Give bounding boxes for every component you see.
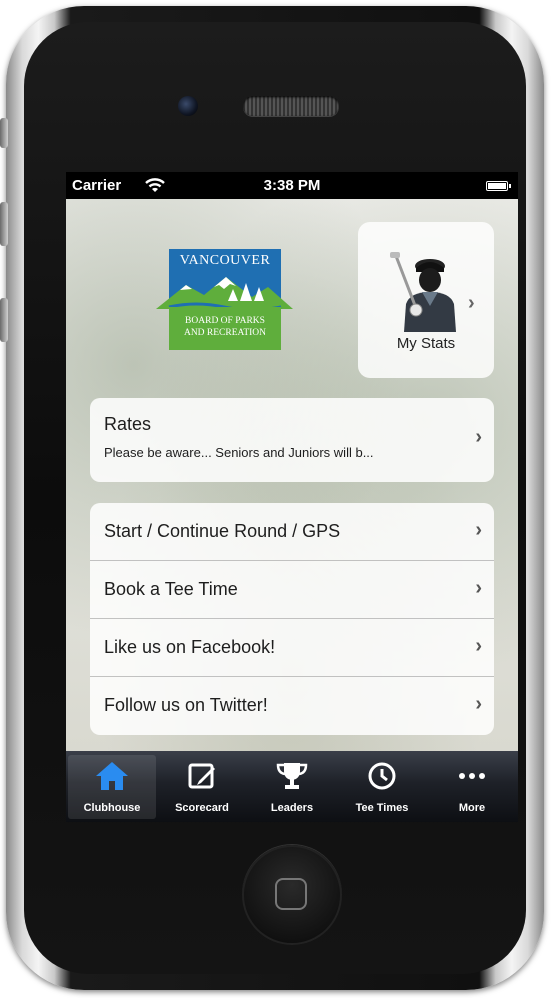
speaker-grill	[243, 96, 339, 116]
camera-icon	[178, 96, 198, 116]
logo-line1: BOARD OF PARKS	[185, 316, 265, 326]
volume-down-button	[0, 298, 8, 342]
tab-scorecard[interactable]: Scorecard	[158, 755, 246, 819]
my-stats-button[interactable]: › My Stats	[358, 222, 494, 378]
rates-message: Please be aware... Seniors and Juniors w…	[104, 445, 374, 460]
chevron-right-icon: ›	[468, 292, 475, 314]
tab-label: Tee Times	[355, 802, 409, 814]
status-bar: Carrier 3:38 PM	[66, 172, 518, 199]
menu-item-label: Follow us on Twitter!	[104, 695, 268, 715]
logo-title: VANCOUVER	[179, 253, 271, 268]
clock-icon	[368, 762, 396, 790]
ellipsis-icon	[459, 773, 485, 779]
menu-item-book-tee-time[interactable]: Book a Tee Time ›	[90, 561, 494, 619]
mute-switch	[0, 118, 8, 148]
tab-clubhouse[interactable]: Clubhouse	[68, 755, 156, 819]
tab-more[interactable]: More	[428, 755, 516, 819]
vancouver-parks-logo: VANCOUVER BOARD OF PARKS AND RECREATION	[156, 249, 293, 359]
tab-bar: Clubhouse Scorecard Leaders Tee Times Mo…	[66, 751, 518, 822]
menu-item-label: Book a Tee Time	[104, 579, 238, 599]
trophy-icon	[276, 763, 308, 789]
tab-label: Scorecard	[175, 802, 229, 814]
volume-up-button	[0, 202, 8, 246]
logo-bottom-band: BOARD OF PARKS AND RECREATION	[169, 307, 281, 350]
tab-label: Leaders	[270, 802, 314, 814]
pencil-square-icon	[188, 763, 215, 789]
chevron-right-icon: ›	[475, 693, 482, 715]
status-time: 3:38 PM	[263, 177, 321, 194]
menu-item-label: Like us on Facebook!	[104, 637, 276, 657]
logo-line2: AND RECREATION	[183, 328, 267, 338]
tab-label: Clubhouse	[83, 802, 141, 814]
tab-leaders[interactable]: Leaders	[248, 755, 336, 819]
clubhouse-content: VANCOUVER BOARD OF PARKS AND RECREATION	[66, 199, 518, 751]
device-screen: Carrier 3:38 PM VANCOUVER BOARD OF PARKS…	[66, 172, 518, 822]
menu-item-start-round[interactable]: Start / Continue Round / GPS ›	[90, 503, 494, 561]
chevron-right-icon: ›	[475, 635, 482, 657]
home-square-icon	[275, 878, 307, 910]
menu-item-label: Start / Continue Round / GPS	[104, 521, 341, 541]
battery-icon	[486, 181, 511, 191]
menu-item-facebook[interactable]: Like us on Facebook! ›	[90, 619, 494, 677]
tab-label: More	[458, 802, 486, 814]
tab-tee-times[interactable]: Tee Times	[338, 755, 426, 819]
house-icon	[96, 762, 128, 790]
chevron-right-icon: ›	[475, 519, 482, 541]
golfer-icon	[390, 252, 456, 332]
rates-title: Rates	[104, 414, 152, 434]
chevron-right-icon: ›	[475, 426, 482, 448]
my-stats-label: My Stats	[396, 335, 456, 352]
chevron-right-icon: ›	[475, 577, 482, 599]
menu-item-twitter[interactable]: Follow us on Twitter! ›	[90, 677, 494, 735]
rates-card[interactable]: Rates Please be aware... Seniors and Jun…	[90, 398, 494, 482]
home-button[interactable]	[242, 845, 342, 945]
menu-list: Start / Continue Round / GPS › Book a Te…	[90, 503, 494, 735]
